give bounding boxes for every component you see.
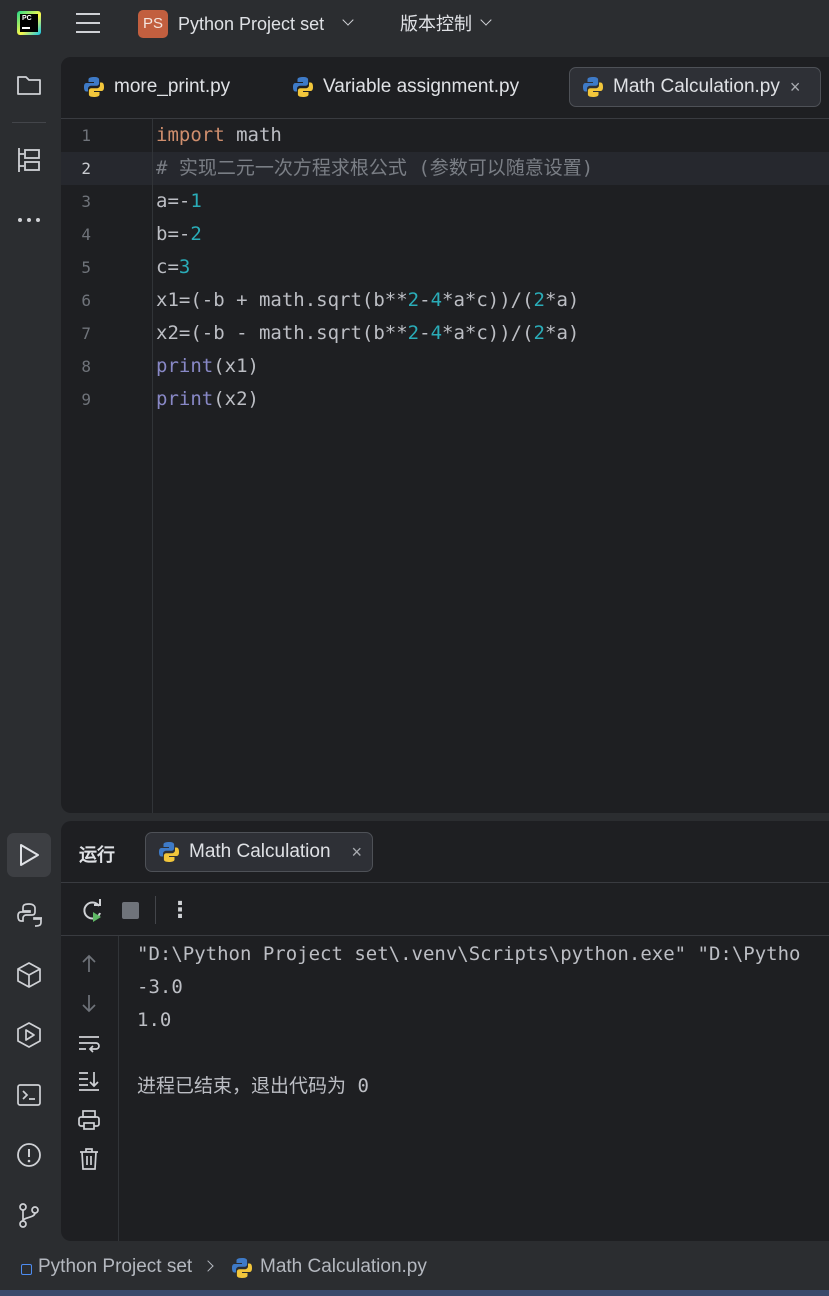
divider [118, 936, 119, 1241]
divider [155, 896, 156, 924]
console-output-line: -3.0 [137, 976, 183, 998]
git-branch-icon[interactable] [14, 1200, 44, 1230]
run-config-tab[interactable]: Math Calculation × [145, 832, 373, 872]
code-line-7[interactable]: x2=(-b - math.sqrt(b**2-4*a*c))/(2*a) [156, 317, 579, 350]
chevron-down-icon[interactable] [342, 14, 354, 26]
vcs-menu[interactable]: 版本控制 [400, 12, 472, 36]
close-tab-icon[interactable]: × [351, 842, 362, 863]
divider [12, 122, 46, 123]
soft-wrap-icon[interactable] [75, 1029, 103, 1057]
code-line-6[interactable]: x1=(-b + math.sqrt(b**2-4*a*c))/(2*a) [156, 284, 579, 317]
tab-more-print[interactable]: more_print.py [83, 67, 230, 107]
code-line-5[interactable]: c=3 [156, 251, 190, 284]
editor-pane: more_print.py Variable assignment.py Mat… [61, 57, 829, 813]
line-number-gutter: 1 2 3 4 5 6 7 8 9 [61, 119, 153, 813]
line-number: 3 [81, 192, 91, 211]
rerun-icon[interactable] [79, 898, 105, 924]
run-panel-title: 运行 [79, 845, 115, 865]
print-icon[interactable] [75, 1106, 103, 1134]
structure-icon[interactable] [14, 145, 44, 175]
line-number: 4 [81, 225, 91, 244]
console-output-line: "D:\Python Project set\.venv\Scripts\pyt… [137, 943, 801, 965]
tab-variable-assignment[interactable]: Variable assignment.py [292, 67, 519, 107]
code-line-9[interactable]: print(x2) [156, 383, 259, 416]
code-line-4[interactable]: b=-2 [156, 218, 202, 251]
tab-label: Variable assignment.py [323, 76, 520, 97]
chevron-right-icon [202, 1260, 214, 1272]
arrow-up-icon[interactable] [75, 950, 103, 978]
divider [61, 935, 829, 936]
python-packages-icon[interactable] [14, 960, 44, 990]
problems-icon[interactable] [14, 1140, 44, 1170]
line-number: 9 [81, 390, 91, 409]
close-tab-icon[interactable]: × [790, 77, 801, 98]
tab-label: Math Calculation.py [613, 76, 780, 97]
code-line-3[interactable]: a=-1 [156, 185, 202, 218]
main-menu-icon[interactable] [76, 13, 100, 33]
module-icon [21, 1264, 32, 1275]
tab-label: more_print.py [114, 76, 231, 97]
line-number: 7 [81, 324, 91, 343]
python-file-icon [293, 77, 313, 97]
terminal-icon[interactable] [14, 1080, 44, 1110]
scroll-to-end-icon[interactable] [75, 1067, 103, 1095]
code-line-8[interactable]: print(x1) [156, 350, 259, 383]
breadcrumb-project[interactable]: Python Project set [38, 1256, 192, 1278]
pycharm-logo-icon[interactable]: PC [17, 11, 41, 35]
desktop-background-strip [0, 1290, 829, 1296]
line-number: 2 [81, 159, 91, 178]
status-bar: Python Project set Math Calculation.py [0, 1243, 829, 1296]
line-number: 8 [81, 357, 91, 376]
more-tools-icon[interactable] [14, 205, 44, 235]
project-badge[interactable]: PS [138, 10, 168, 38]
console-output-line: 1.0 [137, 1009, 172, 1031]
editor-tabs: more_print.py Variable assignment.py Mat… [61, 57, 829, 119]
python-file-icon [583, 77, 603, 97]
python-file-icon [232, 1258, 252, 1278]
run-icon[interactable] [14, 840, 44, 870]
stop-icon[interactable] [122, 902, 139, 919]
chevron-down-icon[interactable] [480, 14, 492, 26]
run-panel: 运行 Math Calculation × ⋮ "D:\Python Proje… [61, 821, 829, 1241]
divider [61, 882, 829, 883]
python-console-icon[interactable] [14, 900, 44, 930]
code-line-1[interactable]: import math [156, 119, 282, 152]
run-tab-label: Math Calculation [189, 841, 331, 862]
breadcrumb-file[interactable]: Math Calculation.py [260, 1256, 427, 1278]
line-number: 1 [81, 126, 91, 145]
more-options-icon[interactable]: ⋮ [169, 897, 191, 925]
trash-icon[interactable] [75, 1145, 103, 1173]
code-line-2[interactable]: # 实现二元一次方程求根公式 (参数可以随意设置) [156, 152, 593, 185]
line-number: 5 [81, 258, 91, 277]
console-exit-message: 进程已结束，退出代码为 0 [137, 1075, 369, 1097]
project-name[interactable]: Python Project set [178, 12, 324, 36]
services-icon[interactable] [14, 1020, 44, 1050]
line-number: 6 [81, 291, 91, 310]
title-bar: PC PS Python Project set 版本控制 [0, 0, 829, 50]
arrow-down-icon[interactable] [75, 989, 103, 1017]
project-folder-icon[interactable] [14, 70, 44, 100]
python-file-icon [84, 77, 104, 97]
python-file-icon [159, 842, 179, 862]
tab-math-calculation[interactable]: Math Calculation.py × [569, 67, 821, 107]
